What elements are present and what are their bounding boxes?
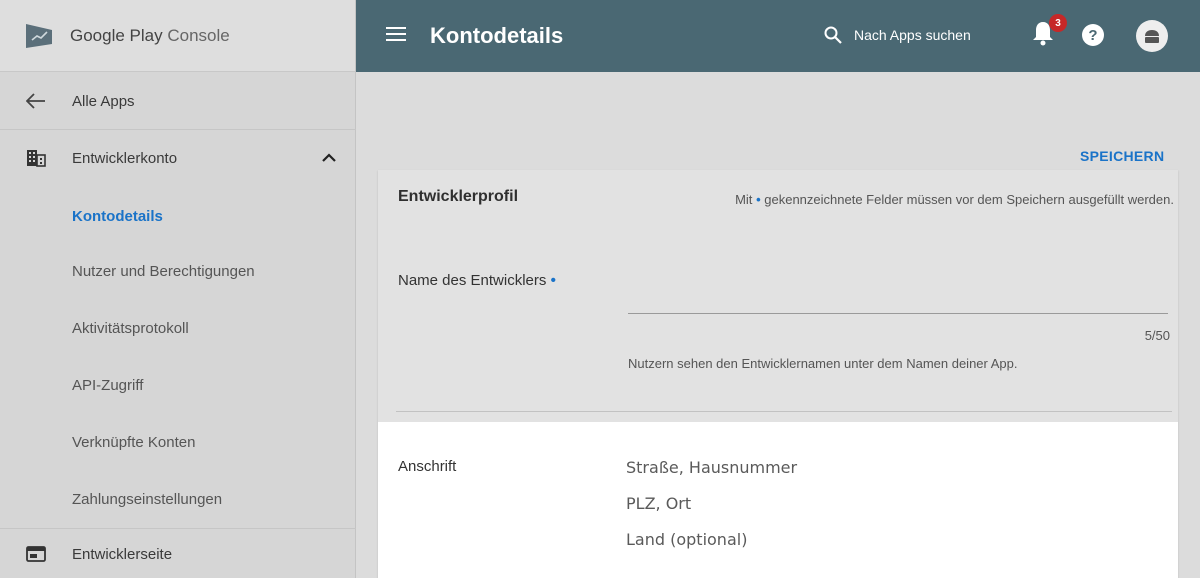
sidebar-item-developer-account[interactable]: Entwicklerkonto [0,130,356,186]
sidebar-item-label: Aktivitätsprotokoll [72,319,189,337]
top-app-bar: Kontodetails Nach Apps suchen 3 ? [356,0,1200,72]
required-dot-icon: • [550,272,556,289]
sidebar-item-developer-page[interactable]: Entwicklerseite [0,530,356,578]
web-page-icon [0,546,72,562]
sidebar-divider [0,528,356,529]
search-placeholder: Nach Apps suchen [854,27,971,43]
brand-name-console: Console [167,25,230,45]
notification-count-badge: 3 [1049,14,1067,32]
character-counter: 5/50 [1144,328,1170,343]
sidebar-item-linked-accounts[interactable]: Verknüpfte Konten [0,414,356,470]
building-icon [0,149,72,167]
country-field[interactable]: Land (optional) [626,530,747,549]
save-button[interactable]: SPEICHERN [1080,148,1164,164]
developer-name-underline [628,313,1168,314]
chevron-up-icon[interactable] [322,150,336,167]
sidebar-item-activity-log[interactable]: Aktivitätsprotokoll [0,300,356,356]
sidebar-item-label: Alle Apps [72,92,135,110]
address-label: Anschrift [398,458,457,475]
address-section: Anschrift Straße, Hausnummer PLZ, Ort La… [378,422,1178,578]
sidebar-item-label: Entwicklerseite [72,545,173,563]
sidebar-item-account-details[interactable]: Kontodetails [0,188,356,244]
req-note-suffix: gekennzeichnete Felder müssen vor dem Sp… [764,192,1174,207]
sidebar-item-label: Zahlungseinstellungen [72,490,223,508]
card-title: Entwicklerprofil [398,188,519,205]
sidebar-item-label: API-Zugriff [72,376,144,394]
brand-name-main: Google Play [70,25,163,45]
sidebar-item-label: Kontodetails [72,207,163,225]
sidebar-item-payment-settings[interactable]: Zahlungseinstellungen [0,471,356,527]
arrow-back-icon [0,93,72,109]
page-title: Kontodetails [430,23,564,48]
hamburger-menu-icon[interactable] [386,26,408,47]
sidebar-item-api-access[interactable]: API-Zugriff [0,357,356,413]
brand-name: Google Play Console [70,26,230,46]
req-note-prefix: Mit [735,192,753,207]
developer-name-helper-text: Nutzern sehen den Entwicklernamen unter … [628,356,1018,371]
section-divider [396,411,1172,412]
sidebar-item-label: Verknüpfte Konten [72,433,196,451]
developer-name-label: Name des Entwicklers • [398,272,556,289]
sidebar-item-label: Nutzer und Berechtigungen [72,262,255,280]
developer-name-label-text: Name des Entwicklers [398,272,547,289]
sidebar-item-users-permissions[interactable]: Nutzer und Berechtigungen [0,243,356,299]
sidebar-item-all-apps[interactable]: Alle Apps [0,73,356,129]
required-dot-icon: • [756,192,761,207]
search-icon [824,26,842,44]
required-fields-note: Mit • gekennzeichnete Felder müssen vor … [735,192,1174,207]
account-avatar[interactable] [1136,20,1168,52]
sidebar: Google Play Console Alle Apps Entwickler… [0,0,356,578]
postal-city-field[interactable]: PLZ, Ort [626,494,691,513]
street-field[interactable]: Straße, Hausnummer [626,458,797,477]
developer-name-input[interactable] [628,280,1168,312]
play-console-logo-icon [26,23,52,48]
android-avatar-icon [1145,30,1159,43]
help-icon[interactable]: ? [1082,24,1104,46]
sidebar-section-label: Entwicklerkonto [72,149,178,167]
app-search[interactable]: Nach Apps suchen [824,26,971,44]
brand-header[interactable]: Google Play Console [0,0,355,72]
